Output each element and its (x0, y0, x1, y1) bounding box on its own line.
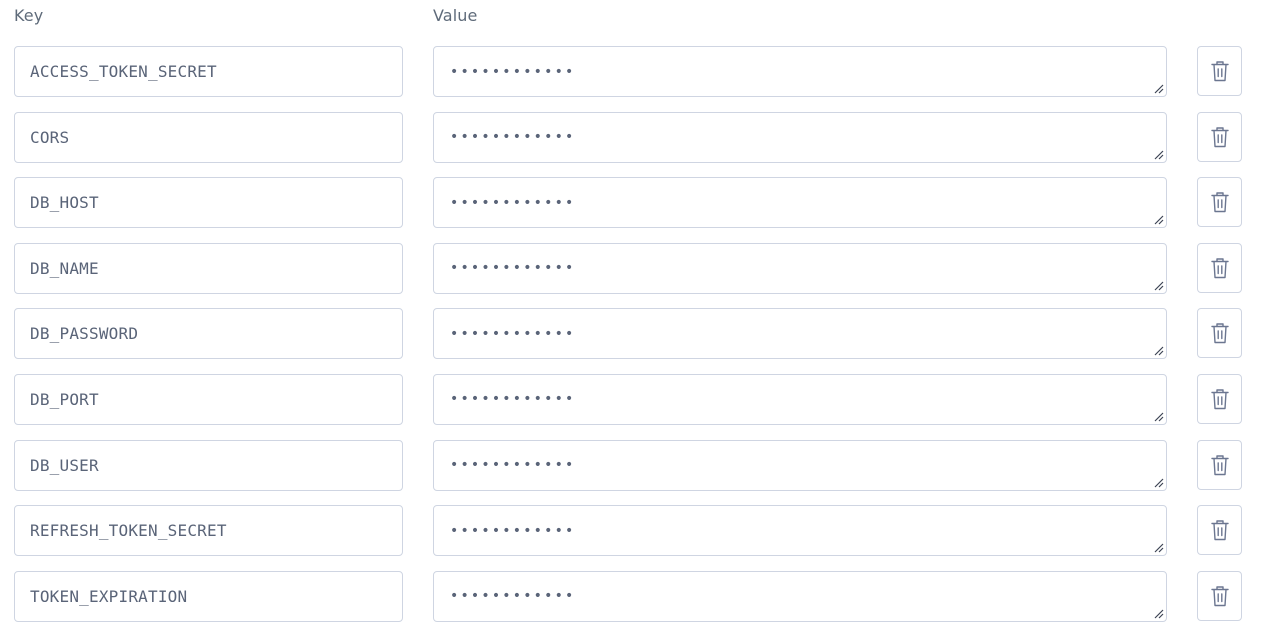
trash-icon (1210, 126, 1229, 147)
value-column-header: Value (433, 6, 478, 25)
trash-icon (1210, 61, 1229, 82)
delete-button[interactable] (1197, 177, 1242, 228)
value-textarea[interactable]: •••••••••••• (433, 505, 1167, 557)
masked-value: •••••••••••• (450, 391, 576, 408)
trash-icon (1210, 192, 1229, 213)
masked-value: •••••••••••• (450, 63, 576, 80)
trash-icon (1210, 586, 1229, 606)
key-input[interactable]: DB_PORT (14, 373, 403, 425)
masked-value: •••••••••••• (450, 260, 576, 277)
masked-value: •••••••••••• (450, 588, 576, 605)
trash-icon (1210, 520, 1229, 541)
env-var-row: DB_NAME •••••••••••• (0, 242, 1264, 294)
resize-grip-icon[interactable] (1152, 541, 1164, 553)
env-var-row: DB_PASSWORD •••••••••••• (0, 308, 1264, 360)
key-input[interactable]: DB_HOST (14, 177, 403, 229)
resize-grip-icon[interactable] (1152, 344, 1164, 356)
value-textarea[interactable]: •••••••••••• (433, 111, 1167, 163)
env-var-row: DB_PORT •••••••••••• (0, 373, 1264, 425)
resize-grip-icon[interactable] (1152, 148, 1164, 160)
delete-button[interactable] (1197, 308, 1242, 359)
delete-button[interactable] (1197, 242, 1242, 293)
key-input[interactable]: DB_PASSWORD (14, 308, 403, 360)
value-textarea[interactable]: •••••••••••• (433, 308, 1167, 360)
resize-grip-icon[interactable] (1152, 82, 1164, 94)
env-var-row: TOKEN_EXPIRATION •••••••••••• (0, 570, 1264, 622)
trash-icon (1210, 454, 1229, 475)
env-var-row: CORS •••••••••••• (0, 111, 1264, 163)
value-textarea[interactable]: •••••••••••• (433, 439, 1167, 491)
value-textarea[interactable]: •••••••••••• (433, 46, 1167, 97)
masked-value: •••••••••••• (450, 129, 576, 146)
value-textarea[interactable]: •••••••••••• (433, 373, 1167, 425)
masked-value: •••••••••••• (450, 194, 576, 211)
delete-button[interactable] (1197, 373, 1242, 424)
delete-button[interactable] (1197, 439, 1242, 490)
key-input[interactable]: DB_NAME (14, 242, 403, 294)
key-input[interactable]: TOKEN_EXPIRATION (14, 570, 403, 622)
key-input[interactable]: CORS (14, 111, 403, 163)
resize-grip-icon[interactable] (1152, 476, 1164, 488)
masked-value: •••••••••••• (450, 457, 576, 474)
key-input[interactable]: DB_USER (14, 439, 403, 491)
resize-grip-icon[interactable] (1152, 279, 1164, 291)
env-var-row: ACCESS_TOKEN_SECRET •••••••••••• (0, 46, 1264, 97)
masked-value: •••••••••••• (450, 325, 576, 342)
env-var-row: DB_USER •••••••••••• (0, 439, 1264, 491)
key-input[interactable]: ACCESS_TOKEN_SECRET (14, 46, 403, 97)
key-column-header: Key (14, 6, 44, 25)
delete-button[interactable] (1197, 111, 1242, 162)
trash-icon (1210, 389, 1229, 410)
value-textarea[interactable]: •••••••••••• (433, 570, 1167, 622)
delete-button[interactable] (1197, 505, 1242, 556)
key-input[interactable]: REFRESH_TOKEN_SECRET (14, 505, 403, 557)
resize-grip-icon[interactable] (1152, 607, 1164, 619)
delete-button[interactable] (1197, 570, 1242, 621)
trash-icon (1210, 323, 1229, 344)
value-textarea[interactable]: •••••••••••• (433, 177, 1167, 229)
delete-button[interactable] (1197, 46, 1242, 96)
env-var-row: DB_HOST •••••••••••• (0, 177, 1264, 229)
env-var-list: ACCESS_TOKEN_SECRET •••••••••••• CORS ••… (0, 46, 1264, 636)
resize-grip-icon[interactable] (1152, 213, 1164, 225)
masked-value: •••••••••••• (450, 522, 576, 539)
resize-grip-icon[interactable] (1152, 410, 1164, 422)
trash-icon (1210, 258, 1229, 278)
value-textarea[interactable]: •••••••••••• (433, 242, 1167, 294)
env-var-row: REFRESH_TOKEN_SECRET •••••••••••• (0, 505, 1264, 557)
